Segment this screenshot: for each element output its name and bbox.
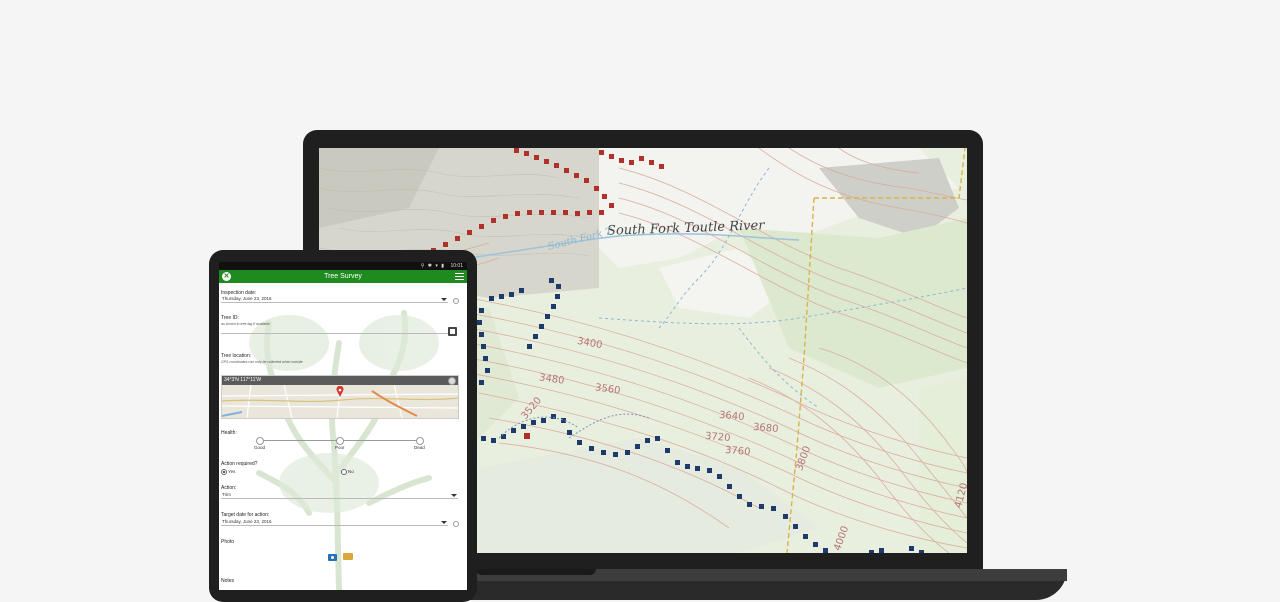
menu-icon[interactable] [455, 273, 464, 280]
tablet-screen: ⚲ ✱ ▾ ▮ 10:01 ✕ Tree Survey Inspection d… [219, 262, 467, 590]
target-date-value: Thursday, June 23, 2016 [222, 519, 272, 524]
folder-icon[interactable] [343, 553, 353, 560]
clear-location-icon[interactable] [448, 377, 456, 385]
dropdown-caret-icon [441, 298, 447, 301]
health-option-poor[interactable] [336, 437, 344, 445]
action-required-yes-label: Yes [228, 469, 236, 474]
location-pin-icon [336, 386, 344, 397]
tree-id-hint: as shown in tree tag if available [221, 322, 270, 326]
tree-id-input[interactable] [221, 327, 448, 334]
photo-label: Photo [221, 539, 235, 545]
dropdown-caret-icon [451, 494, 457, 497]
clear-target-date-icon[interactable] [453, 521, 459, 527]
action-required-no-radio[interactable] [341, 469, 347, 475]
health-label-good: Good [254, 445, 266, 450]
inspection-date-value: Thursday, June 23, 2016 [222, 296, 272, 301]
health-label-dead: Dead [414, 445, 425, 450]
location-map-widget[interactable]: 34°3'N 117°11'W [221, 375, 459, 419]
target-date-label: Target date for action: [221, 512, 270, 518]
action-required-yes-radio[interactable] [221, 469, 227, 475]
app-bar: ✕ Tree Survey [219, 270, 467, 283]
contour-label: 3640 [718, 409, 745, 424]
contour-label: 3680 [752, 421, 779, 436]
status-icons: ⚲ ✱ ▾ ▮ [420, 263, 445, 269]
contour-label: 3760 [724, 444, 751, 459]
health-label: Health: [221, 430, 237, 436]
status-time: 10:01 [450, 263, 463, 269]
action-required-label: Action required? [221, 461, 258, 467]
notes-label: Notes [221, 578, 235, 584]
status-bar: ⚲ ✱ ▾ ▮ 10:01 [219, 262, 467, 270]
action-dropdown[interactable]: Trim [221, 492, 458, 499]
location-coordinates: 34°3'N 117°11'W [222, 376, 458, 385]
action-required-no-label: No [348, 469, 354, 474]
health-option-good[interactable] [256, 437, 264, 445]
health-label-poor: Poor [335, 445, 345, 450]
survey-form: Inspection date: Thursday, June 23, 2016… [219, 283, 467, 590]
tree-location-hint: GPS coordinates can only be collected wh… [221, 360, 303, 364]
action-value: Trim [222, 492, 231, 497]
tree-id-label: Tree ID: [221, 315, 239, 321]
barcode-scan-icon[interactable] [448, 327, 457, 336]
app-title: Tree Survey [324, 273, 362, 280]
health-option-dead[interactable] [416, 437, 424, 445]
clear-date-icon[interactable] [453, 298, 459, 304]
inspection-date-field[interactable]: Thursday, June 23, 2016 [221, 296, 448, 303]
tree-location-label: Tree location: [221, 353, 252, 359]
dropdown-caret-icon [441, 521, 447, 524]
contour-label: 3720 [704, 430, 731, 445]
laptop-notch [476, 569, 596, 575]
camera-icon[interactable] [328, 554, 337, 561]
action-label: Action: [221, 485, 237, 491]
target-date-field[interactable]: Thursday, June 23, 2016 [221, 519, 448, 526]
